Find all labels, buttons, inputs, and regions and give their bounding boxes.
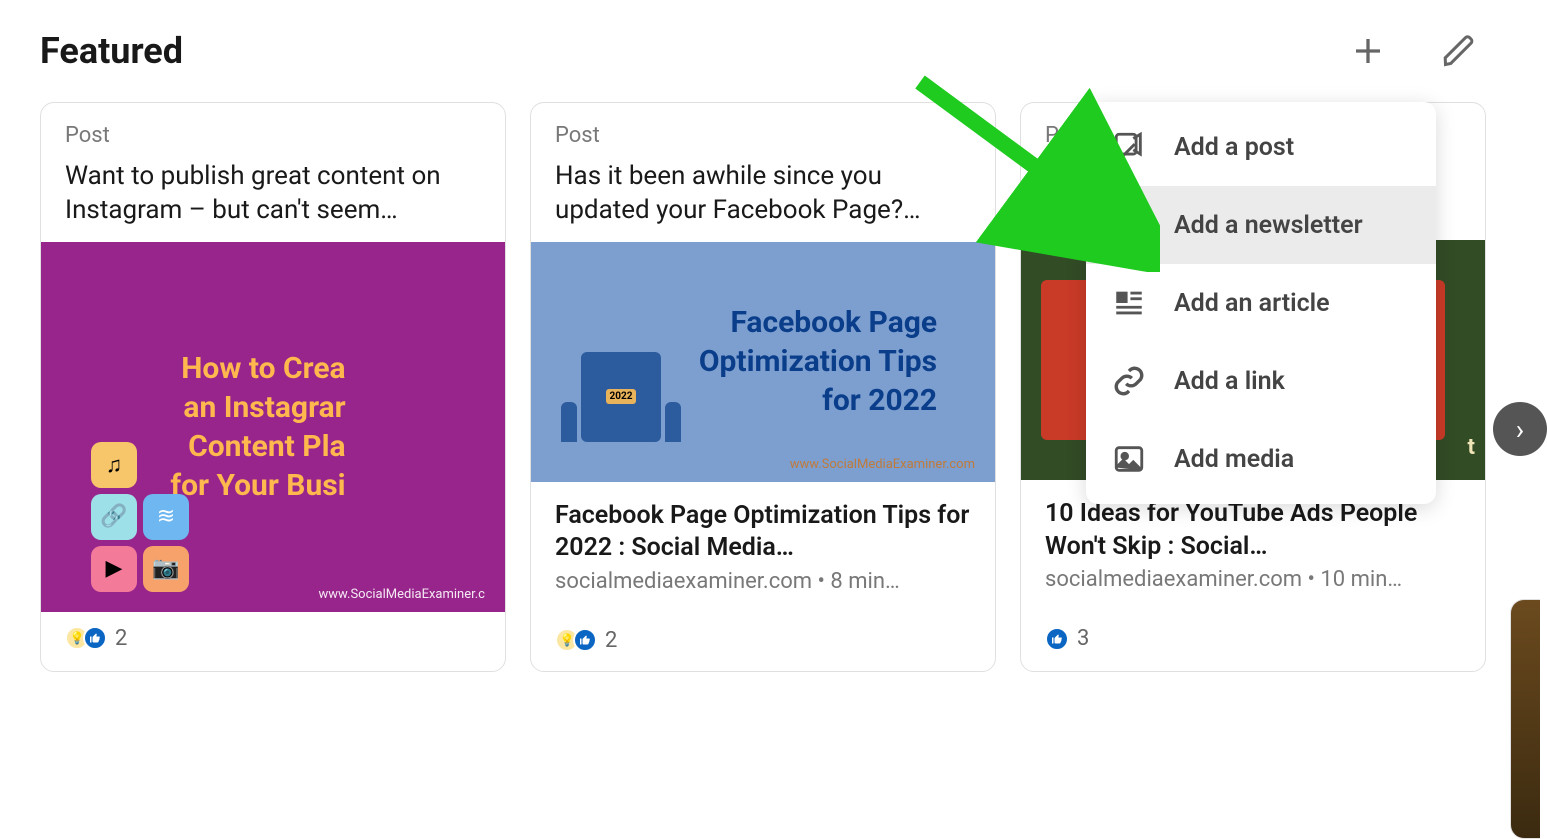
section-title: Featured: [40, 30, 183, 72]
card-image: 2022 Facebook Page Optimization Tips for…: [531, 242, 995, 482]
like-reaction-icon: [83, 626, 107, 650]
card-image-title: How to Crea an Instagrar Content Pla for…: [170, 349, 375, 505]
dropdown-add-article[interactable]: Add an article: [1086, 264, 1436, 342]
featured-card[interactable]: Post Want to publish great content on In…: [40, 102, 506, 672]
dropdown-add-post[interactable]: Add a post: [1086, 108, 1436, 186]
dropdown-item-label: Add a newsletter: [1174, 211, 1363, 240]
card-label: Post: [65, 123, 481, 148]
dropdown-item-label: Add media: [1174, 445, 1294, 474]
card-link-title: Facebook Page Optimization Tips for 2022…: [555, 500, 971, 565]
reaction-count: 2: [605, 628, 617, 653]
dropdown-item-label: Add an article: [1174, 289, 1330, 318]
featured-card-partial[interactable]: [1510, 599, 1540, 839]
featured-card[interactable]: Post Has it been awhile since you update…: [530, 102, 996, 672]
card-image-watermark: www.SocialMediaExaminer.com: [790, 457, 975, 472]
dropdown-item-label: Add a post: [1174, 133, 1294, 162]
card-top: Post Has it been awhile since you update…: [531, 103, 995, 242]
dropdown-item-label: Add a link: [1174, 367, 1285, 396]
add-featured-dropdown: Add a post Add a newsletter Add an artic…: [1086, 102, 1436, 504]
article-icon: [1112, 286, 1146, 320]
plus-icon: [1350, 33, 1386, 69]
link-icon: [1112, 364, 1146, 398]
dropdown-add-media[interactable]: Add media: [1086, 420, 1436, 498]
card-text: Has it been awhile since you updated you…: [555, 160, 971, 228]
like-reaction-icon: [573, 628, 597, 652]
reaction-count: 2: [115, 626, 127, 651]
dropdown-add-newsletter[interactable]: Add a newsletter: [1086, 186, 1436, 264]
edit-button[interactable]: [1441, 33, 1477, 69]
forklift-icon-grid: ♫ 🔗 ≋ ▶ 📷: [91, 442, 189, 592]
card-image-title: Facebook Page Optimization Tips for 2022: [699, 303, 967, 420]
card-link-meta: socialmediaexaminer.com • 10 min…: [1045, 567, 1461, 592]
reaction-icons: 💡: [555, 628, 597, 652]
card-image: ♫ 🔗 ≋ ▶ 📷 How to Crea an Instagrar Conte…: [41, 242, 505, 612]
card-link-meta: socialmediaexaminer.com • 8 min…: [555, 569, 971, 594]
card-top: Post Want to publish great content on In…: [41, 103, 505, 242]
card-bottom: Facebook Page Optimization Tips for 2022…: [531, 482, 995, 614]
reaction-icons: [1045, 627, 1069, 651]
media-icon: [1112, 442, 1146, 476]
compose-icon: [1112, 130, 1146, 164]
card-reactions[interactable]: 💡 2: [41, 612, 505, 669]
chevron-right-icon: ›: [1516, 413, 1524, 446]
card-reactions[interactable]: 3: [1021, 612, 1485, 669]
featured-header: Featured: [40, 30, 1507, 72]
card-reactions[interactable]: 💡 2: [531, 614, 995, 671]
newsletter-icon: [1112, 208, 1146, 242]
add-button[interactable]: [1350, 33, 1386, 69]
like-reaction-icon: [1045, 627, 1069, 651]
dropdown-add-link[interactable]: Add a link: [1086, 342, 1436, 420]
card-text: Want to publish great content on Instagr…: [65, 160, 481, 228]
carousel-next-button[interactable]: ›: [1493, 402, 1547, 456]
reaction-icons: 💡: [65, 626, 107, 650]
cards-row: Post Want to publish great content on In…: [40, 102, 1507, 672]
card-link-title: 10 Ideas for YouTube Ads People Won't Sk…: [1045, 498, 1461, 563]
card-image-watermark: www.SocialMediaExaminer.c: [319, 587, 486, 602]
card-label: Post: [555, 123, 971, 148]
pencil-icon: [1441, 33, 1477, 69]
header-actions: [1350, 33, 1477, 69]
reaction-count: 3: [1077, 626, 1089, 651]
